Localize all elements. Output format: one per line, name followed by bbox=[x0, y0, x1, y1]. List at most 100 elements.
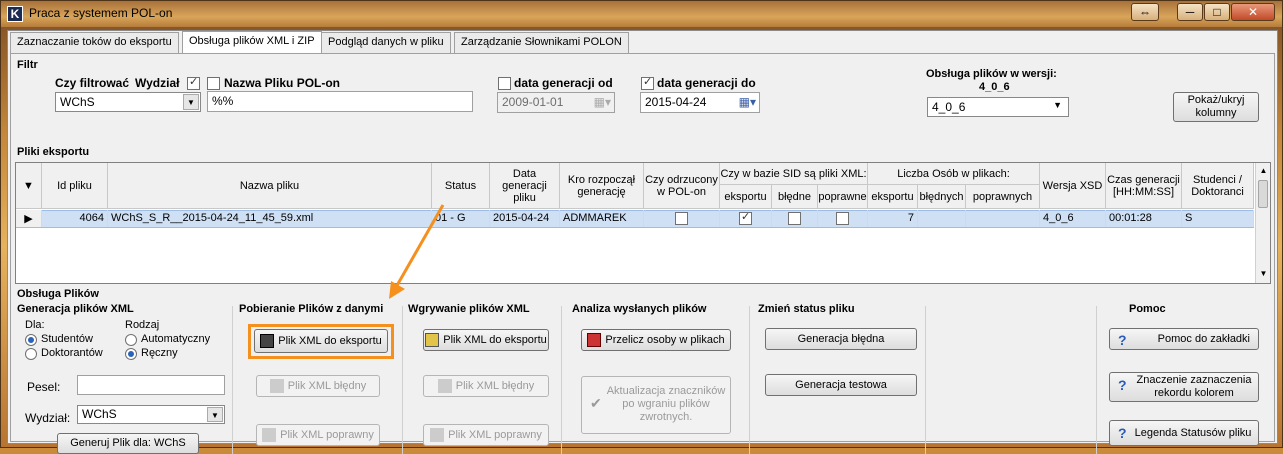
rodzaj-label: Rodzaj bbox=[125, 319, 160, 331]
automatyczny-radio[interactable] bbox=[125, 334, 137, 346]
col-wersja-xsd[interactable]: Wersja XSD bbox=[1040, 163, 1106, 209]
grid-scrollbar[interactable]: ▲ ▼ bbox=[1255, 163, 1270, 283]
file-icon bbox=[269, 379, 284, 394]
pobierz-poprawny-label: Plik XML poprawny bbox=[280, 429, 374, 441]
col-osob-eksportu[interactable]: eksportu bbox=[868, 185, 918, 209]
cell-wersja[interactable]: 4_0_6 bbox=[1040, 210, 1106, 227]
pomoc-label: Pomoc bbox=[1129, 303, 1166, 315]
cell-osob-poprawne[interactable] bbox=[966, 210, 1040, 227]
pobierz-bledny-button[interactable]: Plik XML błędny bbox=[256, 375, 380, 397]
chevron-down-icon[interactable]: ▼ bbox=[1053, 100, 1062, 110]
col-sid-eksportu[interactable]: eksportu bbox=[720, 185, 772, 209]
tab-obsluga-plikow[interactable]: Obsługa plików XML i ZIP bbox=[182, 31, 322, 54]
cell-studenci[interactable]: S bbox=[1182, 210, 1254, 227]
wydzial-gen-value: WChS bbox=[82, 407, 117, 421]
col-id-pliku[interactable]: Id pliku bbox=[42, 163, 108, 209]
pesel-label: Pesel: bbox=[27, 380, 61, 394]
tab-zaznaczanie[interactable]: Zaznaczanie toków do eksportu bbox=[10, 32, 179, 53]
cell-data[interactable]: 2015-04-24 bbox=[490, 210, 560, 227]
doktorantow-radio[interactable] bbox=[25, 348, 37, 360]
calendar-icon[interactable]: ▦▾ bbox=[594, 95, 611, 109]
scroll-thumb[interactable] bbox=[1258, 180, 1268, 208]
cell-sid-bledne bbox=[772, 210, 818, 227]
cell-sid-poprawne bbox=[818, 210, 868, 227]
sid-eksportu-checkbox[interactable] bbox=[739, 210, 752, 225]
scroll-up-icon[interactable]: ▲ bbox=[1256, 163, 1271, 178]
pesel-input[interactable] bbox=[77, 375, 225, 395]
reczny-radio[interactable] bbox=[125, 348, 137, 360]
wersja-sub-label: 4_0_6 bbox=[979, 81, 1010, 93]
reczny-label: Ręczny bbox=[141, 347, 178, 359]
col-sid-bledne[interactable]: błędne bbox=[772, 185, 818, 209]
minimize-button[interactable]: ─ bbox=[1177, 3, 1203, 21]
data-od-checkbox[interactable] bbox=[498, 77, 511, 90]
cell-osob-eksportu[interactable]: 7 bbox=[868, 210, 918, 227]
wydzial-checkbox[interactable] bbox=[187, 75, 200, 90]
odrzucony-checkbox[interactable] bbox=[675, 212, 688, 225]
generacja-label: Generacja plików XML bbox=[17, 303, 134, 315]
col-osob-poprawne[interactable]: poprawnych bbox=[966, 185, 1040, 209]
generuj-plik-button[interactable]: Generuj Plik dla: WChS bbox=[57, 433, 199, 454]
file-icon bbox=[437, 379, 452, 394]
wgraj-poprawny-button[interactable]: Plik XML poprawny bbox=[423, 424, 549, 446]
wgraj-bledny-button[interactable]: Plik XML błędny bbox=[423, 375, 549, 397]
cell-id[interactable]: 4064 bbox=[42, 210, 108, 227]
aktualizacja-button[interactable]: ✔ Aktualizacja znaczników po wgraniu plik… bbox=[581, 376, 731, 434]
scroll-down-icon[interactable]: ▼ bbox=[1256, 266, 1271, 281]
wydzial-combo[interactable]: WChS ▼ bbox=[55, 92, 201, 112]
maximize-button[interactable]: □ bbox=[1204, 3, 1230, 21]
calendar-icon[interactable]: ▦▾ bbox=[739, 95, 756, 109]
col-studenci[interactable]: Studenci / Doktoranci bbox=[1182, 163, 1254, 209]
aktualizacja-label: Aktualizacja znaczników po wgraniu plikó… bbox=[606, 385, 726, 423]
wersja-combo[interactable]: 4_0_6 ▼ bbox=[927, 97, 1069, 117]
col-odrzucony[interactable]: Czy odrzucony w POL-on bbox=[644, 163, 720, 209]
chevron-down-icon[interactable]: ▼ bbox=[183, 94, 199, 110]
checkmark-icon: ✔ bbox=[590, 395, 602, 411]
cell-kro[interactable]: ADMMAREK bbox=[560, 210, 644, 227]
studentow-radio[interactable] bbox=[25, 334, 37, 346]
chevron-down-icon[interactable]: ▼ bbox=[207, 407, 223, 422]
generacja-testowa-button[interactable]: Generacja testowa bbox=[765, 374, 917, 396]
col-group-osob: Liczba Osób w plikach: bbox=[868, 163, 1040, 185]
save-file-icon bbox=[260, 334, 275, 349]
zmien-status-label: Zmień status pliku bbox=[758, 303, 855, 315]
pokaz-ukryj-button[interactable]: Pokaż/ukryj kolumny bbox=[1173, 92, 1259, 122]
data-do-input[interactable]: 2015-04-24 ▦▾ bbox=[640, 92, 760, 113]
sid-bledne-checkbox[interactable] bbox=[788, 212, 801, 225]
data-do-value: 2015-04-24 bbox=[645, 95, 707, 109]
pliki-eksportu-label: Pliki eksportu bbox=[17, 146, 90, 158]
data-do-checkbox[interactable] bbox=[641, 75, 654, 90]
col-kro[interactable]: Kro rozpoczął generację bbox=[560, 163, 644, 209]
pomoc-zakladki-label: Pomoc do zakładki bbox=[1157, 333, 1250, 345]
file-icon bbox=[262, 428, 277, 443]
col-osob-bledne[interactable]: błędnych bbox=[918, 185, 966, 209]
restore-arrows-icon[interactable]: ⇔ bbox=[1131, 3, 1159, 21]
przelicz-button[interactable]: Przelicz osoby w plikach bbox=[581, 329, 731, 351]
nazwa-checkbox[interactable] bbox=[207, 77, 220, 90]
tab-podglad[interactable]: Podgląd danych w pliku bbox=[321, 32, 451, 53]
wgraj-eksport-button[interactable]: Plik XML do eksportu bbox=[423, 329, 549, 351]
pobierz-poprawny-button[interactable]: Plik XML poprawny bbox=[256, 424, 380, 446]
divider bbox=[232, 306, 233, 454]
znaczenie-button[interactable]: ? Znaczenie zaznaczenia rekordu kolorem bbox=[1109, 372, 1259, 402]
close-button[interactable]: ✕ bbox=[1231, 3, 1275, 21]
generacja-bledna-button[interactable]: Generacja błędna bbox=[765, 328, 917, 350]
cell-osob-bledne[interactable] bbox=[918, 210, 966, 227]
col-czas-generacji[interactable]: Czas generacji [HH:MM:SS] bbox=[1106, 163, 1182, 209]
pomoc-zakladki-button[interactable]: ? Pomoc do zakładki bbox=[1109, 328, 1259, 350]
tab-slowniki[interactable]: Zarządzanie Słownikami POLON bbox=[454, 32, 629, 53]
title-bar: K Praca z systemem POL-on ⇔ ─ □ ✕ bbox=[1, 1, 1282, 27]
legenda-button[interactable]: ? Legenda Statusów pliku bbox=[1109, 420, 1259, 446]
data-od-input[interactable]: 2009-01-01 ▦▾ bbox=[497, 92, 615, 113]
nazwa-pliku-input[interactable]: %% bbox=[207, 91, 473, 112]
wydzial-gen-combo[interactable]: WChS ▼ bbox=[77, 405, 225, 424]
wgraj-poprawny-label: Plik XML poprawny bbox=[448, 429, 542, 441]
studentow-label: Studentów bbox=[41, 333, 93, 345]
pobierz-eksport-button[interactable]: Plik XML do eksportu bbox=[254, 329, 388, 353]
file-icon bbox=[430, 428, 445, 443]
cell-czas[interactable]: 00:01:28 bbox=[1106, 210, 1182, 227]
sid-poprawne-checkbox[interactable] bbox=[836, 212, 849, 225]
automatyczny-label: Automatyczny bbox=[141, 333, 211, 345]
col-sid-poprawne[interactable]: poprawne bbox=[818, 185, 868, 209]
col-data-generacji[interactable]: Data generacji pliku bbox=[490, 163, 560, 209]
